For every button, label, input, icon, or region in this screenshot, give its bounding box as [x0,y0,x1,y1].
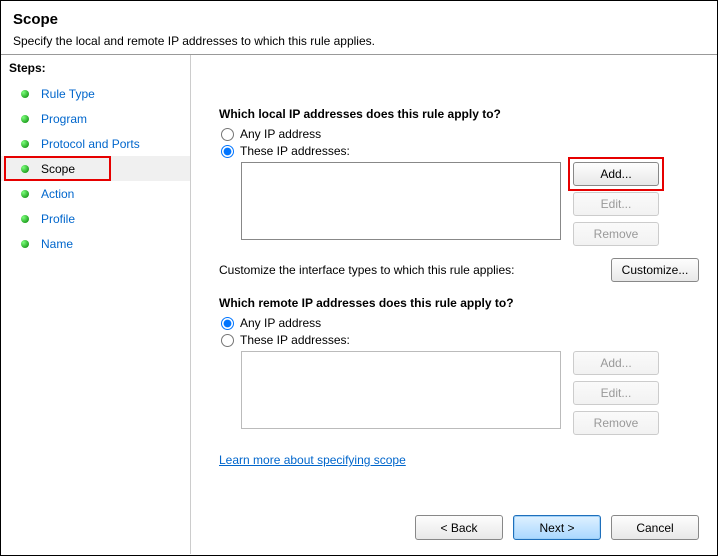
remote-remove-button: Remove [573,411,659,435]
page-title: Scope [13,11,705,28]
local-any-ip-label: Any IP address [240,127,321,141]
customize-interface-text: Customize the interface types to which t… [219,263,514,277]
next-button[interactable]: Next > [513,515,601,540]
learn-more-link[interactable]: Learn more about specifying scope [219,453,406,467]
back-button[interactable]: < Back [415,515,503,540]
step-link[interactable]: Program [41,112,87,126]
local-add-button[interactable]: Add... [573,162,659,186]
wizard-header: Scope Specify the local and remote IP ad… [1,1,717,54]
step-link: Scope [41,162,75,176]
page-subtitle: Specify the local and remote IP addresse… [13,34,705,48]
local-ip-heading: Which local IP addresses does this rule … [219,107,699,121]
bullet-icon [21,190,29,198]
step-link[interactable]: Rule Type [41,87,95,101]
steps-sidebar: Steps: Rule Type Program Protocol and Po… [1,55,191,554]
local-remove-button: Remove [573,222,659,246]
step-scope[interactable]: Scope [1,156,190,181]
wizard-body: Steps: Rule Type Program Protocol and Po… [1,54,717,554]
step-program[interactable]: Program [1,106,190,131]
step-link[interactable]: Name [41,237,73,251]
step-link[interactable]: Action [41,187,74,201]
firewall-rule-wizard-window: Scope Specify the local and remote IP ad… [0,0,718,556]
remote-any-ip-label: Any IP address [240,316,321,330]
remote-these-ip-radio[interactable] [221,334,234,347]
cancel-button[interactable]: Cancel [611,515,699,540]
step-profile[interactable]: Profile [1,206,190,231]
bullet-icon [21,115,29,123]
bullet-icon [21,240,29,248]
local-these-ip-row[interactable]: These IP addresses: [219,144,699,158]
bullet-icon [21,215,29,223]
customize-button[interactable]: Customize... [611,258,699,282]
wizard-footer-buttons: < Back Next > Cancel [415,515,699,540]
wizard-content: Which local IP addresses does this rule … [191,55,717,554]
bullet-icon [21,165,29,173]
local-these-ip-label: These IP addresses: [240,144,350,158]
bullet-icon [21,90,29,98]
local-these-ip-radio[interactable] [221,145,234,158]
step-protocol-and-ports[interactable]: Protocol and Ports [1,131,190,156]
remote-any-ip-row[interactable]: Any IP address [219,316,699,330]
local-any-ip-radio[interactable] [221,128,234,141]
bullet-icon [21,140,29,148]
step-action[interactable]: Action [1,181,190,206]
remote-ip-listbox [241,351,561,429]
steps-heading: Steps: [1,55,190,81]
remote-these-ip-row[interactable]: These IP addresses: [219,333,699,347]
local-ip-listbox[interactable] [241,162,561,240]
remote-add-button: Add... [573,351,659,375]
local-any-ip-row[interactable]: Any IP address [219,127,699,141]
remote-these-ip-label: These IP addresses: [240,333,350,347]
local-edit-button: Edit... [573,192,659,216]
remote-edit-button: Edit... [573,381,659,405]
remote-ip-heading: Which remote IP addresses does this rule… [219,296,699,310]
step-link[interactable]: Profile [41,212,75,226]
step-name[interactable]: Name [1,231,190,256]
step-rule-type[interactable]: Rule Type [1,81,190,106]
step-link[interactable]: Protocol and Ports [41,137,140,151]
remote-any-ip-radio[interactable] [221,317,234,330]
